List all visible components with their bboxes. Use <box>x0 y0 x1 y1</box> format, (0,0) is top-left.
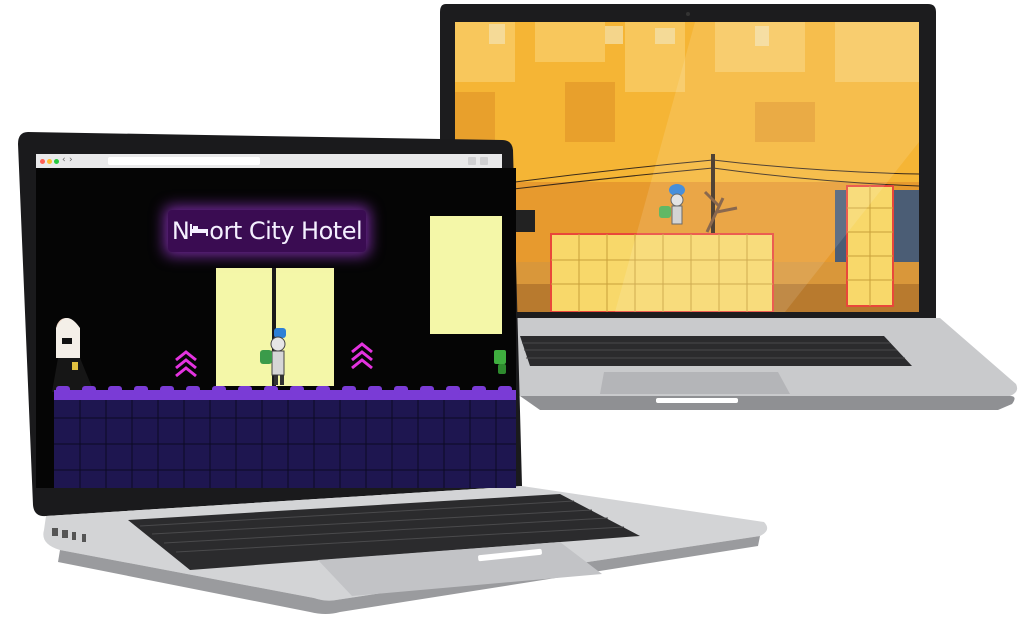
hotel-window-right <box>430 216 502 334</box>
browser-close-button[interactable] <box>40 159 45 164</box>
browser-minimize-button[interactable] <box>47 159 52 164</box>
level-title-initial: N <box>171 217 190 245</box>
hotel-floor <box>54 386 516 488</box>
browser-back-button[interactable]: ‹ <box>62 155 66 165</box>
browser-tabs-button[interactable] <box>480 157 488 165</box>
level-title-sign: Nort City Hotel <box>168 210 366 252</box>
browser-toolbar <box>36 154 502 168</box>
level-title-text: ort City Hotel <box>209 217 363 245</box>
browser-maximize-button[interactable] <box>54 159 59 164</box>
browser-address-bar[interactable] <box>108 157 260 165</box>
browser-forward-button[interactable]: › <box>69 155 73 165</box>
bed-icon <box>190 224 209 236</box>
browser-share-button[interactable] <box>468 157 476 165</box>
